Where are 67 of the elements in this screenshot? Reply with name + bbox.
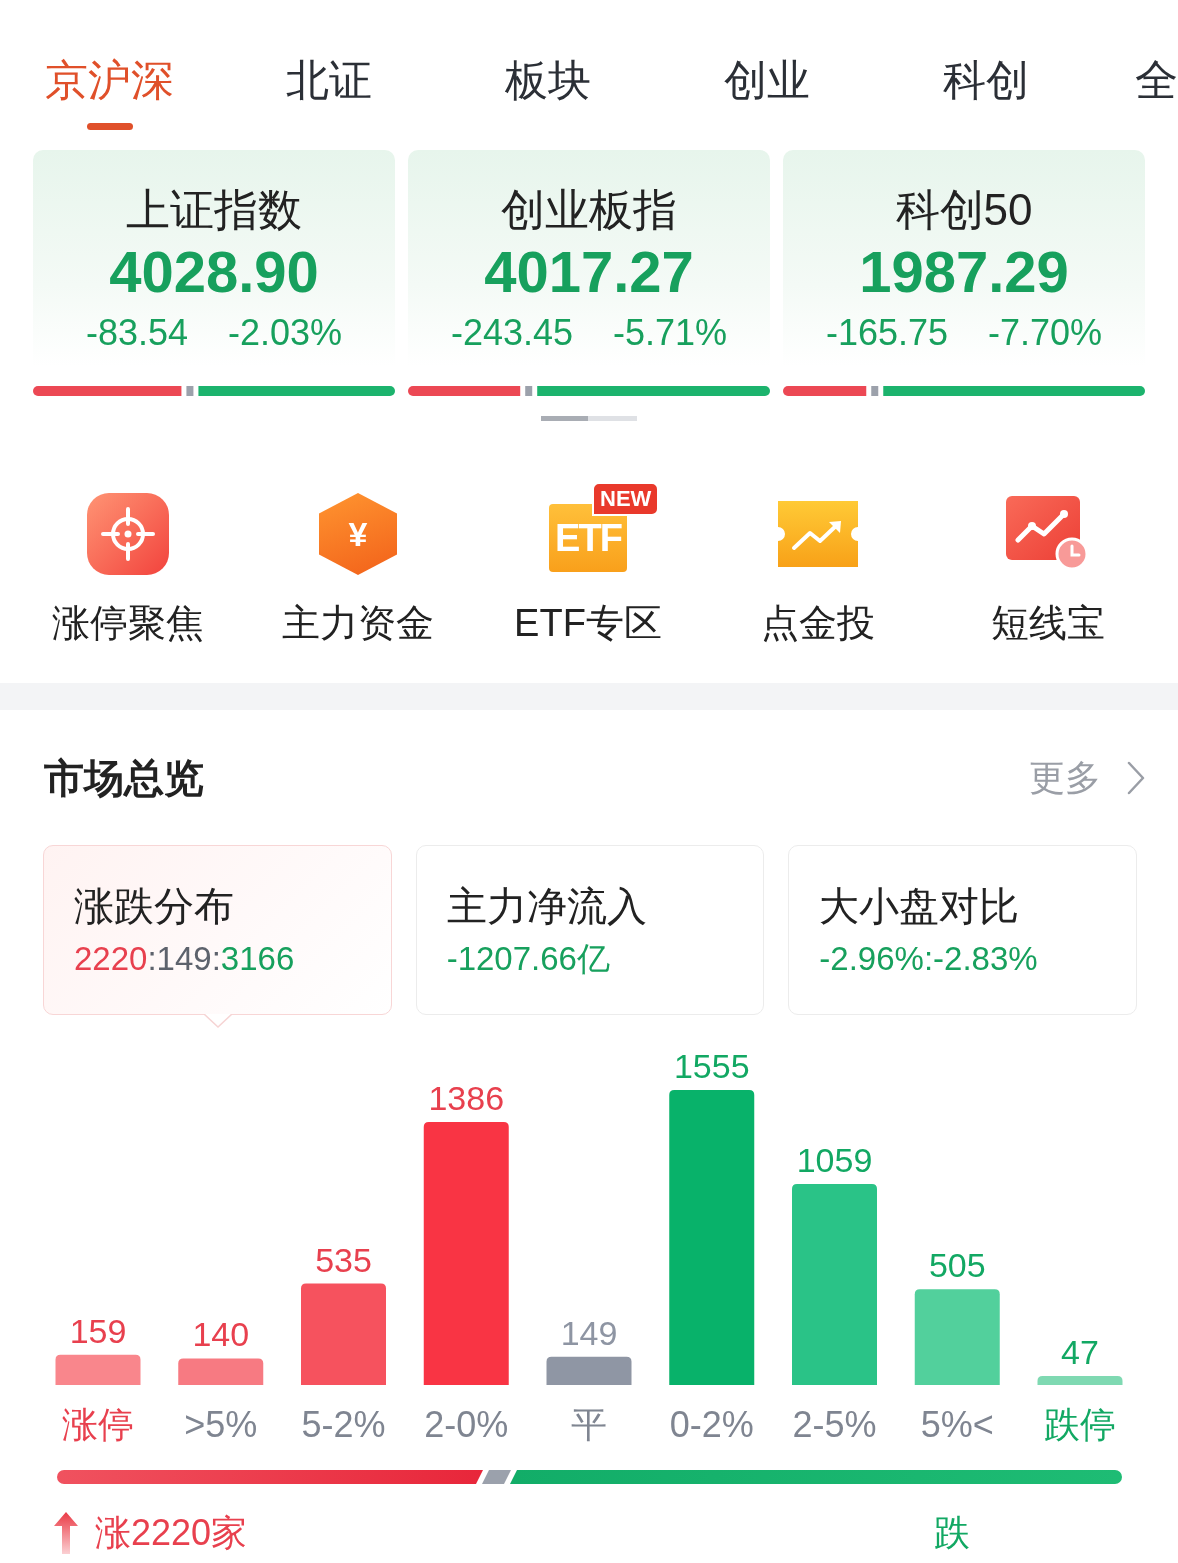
market-tab[interactable]: 板块: [438, 0, 657, 140]
index-change-percent: -5.71%: [613, 313, 728, 353]
market-tab[interactable]: 全: [1095, 0, 1178, 140]
index-change: -165.75: [825, 313, 948, 353]
category-label: 0-2%: [669, 1404, 754, 1445]
ticket-chart-icon[interactable]: [778, 501, 858, 567]
category-label: 5%<: [920, 1404, 994, 1445]
overview-card[interactable]: 涨跌分布 2220:149:3166: [43, 845, 392, 1015]
index-change-percent: -2.03%: [228, 313, 343, 353]
shortcut-label[interactable]: 涨停聚焦: [52, 600, 204, 646]
category-label: 2-5%: [792, 1404, 877, 1445]
flat-segment: [186, 386, 194, 396]
overview-card[interactable]: 大小盘对比 -2.96%:-2.83%: [788, 845, 1137, 1015]
bar-value-label: 1059: [796, 1141, 873, 1180]
bar-value-label: 505: [928, 1246, 986, 1285]
card-title: 涨跌分布: [74, 883, 234, 930]
shortcut-label[interactable]: ETF专区: [514, 600, 662, 646]
new-badge: NEW: [592, 482, 660, 516]
index-card[interactable]: 科创50 1987.29 -165.75 -7.70%: [783, 150, 1145, 396]
bar-value-label: 47: [1061, 1333, 1099, 1372]
bar-value-label: 149: [560, 1313, 618, 1352]
index-value: 1987.29: [859, 240, 1069, 304]
category-label: >5%: [184, 1404, 258, 1445]
card-title: 主力净流入: [446, 883, 647, 930]
bar-value-label: 1555: [673, 1047, 750, 1085]
category-label: 2-0%: [424, 1404, 509, 1445]
index-name: 科创50: [895, 184, 1033, 236]
overview-card[interactable]: 主力净流入 -1207.66亿: [415, 845, 765, 1015]
category-label: 涨停: [62, 1404, 134, 1445]
bar-value-label: 140: [192, 1315, 250, 1354]
index-name: 创业板指: [501, 184, 677, 236]
bar-value-label: 1386: [428, 1079, 505, 1118]
tab-underline: [86, 123, 133, 130]
crosshair-icon[interactable]: [87, 493, 169, 575]
market-tab[interactable]: 北证: [219, 0, 438, 140]
index-card[interactable]: 创业板指 4017.27 -243.45 -5.71%: [408, 150, 770, 396]
category-label: 跌停: [1044, 1404, 1116, 1445]
card-value: -1207.66亿: [446, 940, 610, 978]
card-value: 2220:149:3166: [74, 940, 295, 978]
shortcut-label[interactable]: 主力资金: [282, 600, 434, 646]
index-card[interactable]: 上证指数 4028.90 -83.54 -2.03%: [33, 150, 395, 396]
market-tab[interactable]: 创业: [657, 0, 876, 140]
bar-value-label: 159: [69, 1311, 127, 1350]
section-title: 市场总览: [44, 758, 204, 798]
up-arrow-icon: [54, 1512, 78, 1554]
index-change: -83.54: [85, 313, 188, 353]
selection-pointer: [204, 1014, 232, 1028]
fall-count: 跌: [934, 1512, 970, 1554]
flat-segment: [482, 1470, 511, 1484]
index-value: 4028.90: [109, 240, 319, 304]
market-tab[interactable]: 京沪深: [0, 0, 219, 140]
index-value: 4017.27: [484, 240, 694, 304]
flat-segment: [525, 386, 533, 396]
market-tab[interactable]: 科创: [876, 0, 1095, 140]
shortcut-label[interactable]: 点金投: [761, 600, 875, 646]
rise-count: 涨2220家: [95, 1512, 248, 1554]
category-label: 平: [571, 1404, 607, 1445]
shortcut-label[interactable]: 短线宝: [991, 600, 1105, 646]
chevron-right-icon: [1127, 761, 1145, 795]
card-title: 大小盘对比: [819, 883, 1020, 930]
card-value: -2.96%:-2.83%: [819, 940, 1038, 978]
flat-segment: [871, 386, 879, 396]
category-label: 5-2%: [301, 1404, 386, 1445]
index-name: 上证指数: [126, 184, 302, 236]
index-change: -243.45: [450, 313, 573, 353]
bar-value-label: 535: [315, 1240, 372, 1279]
index-change-percent: -7.70%: [988, 313, 1103, 353]
